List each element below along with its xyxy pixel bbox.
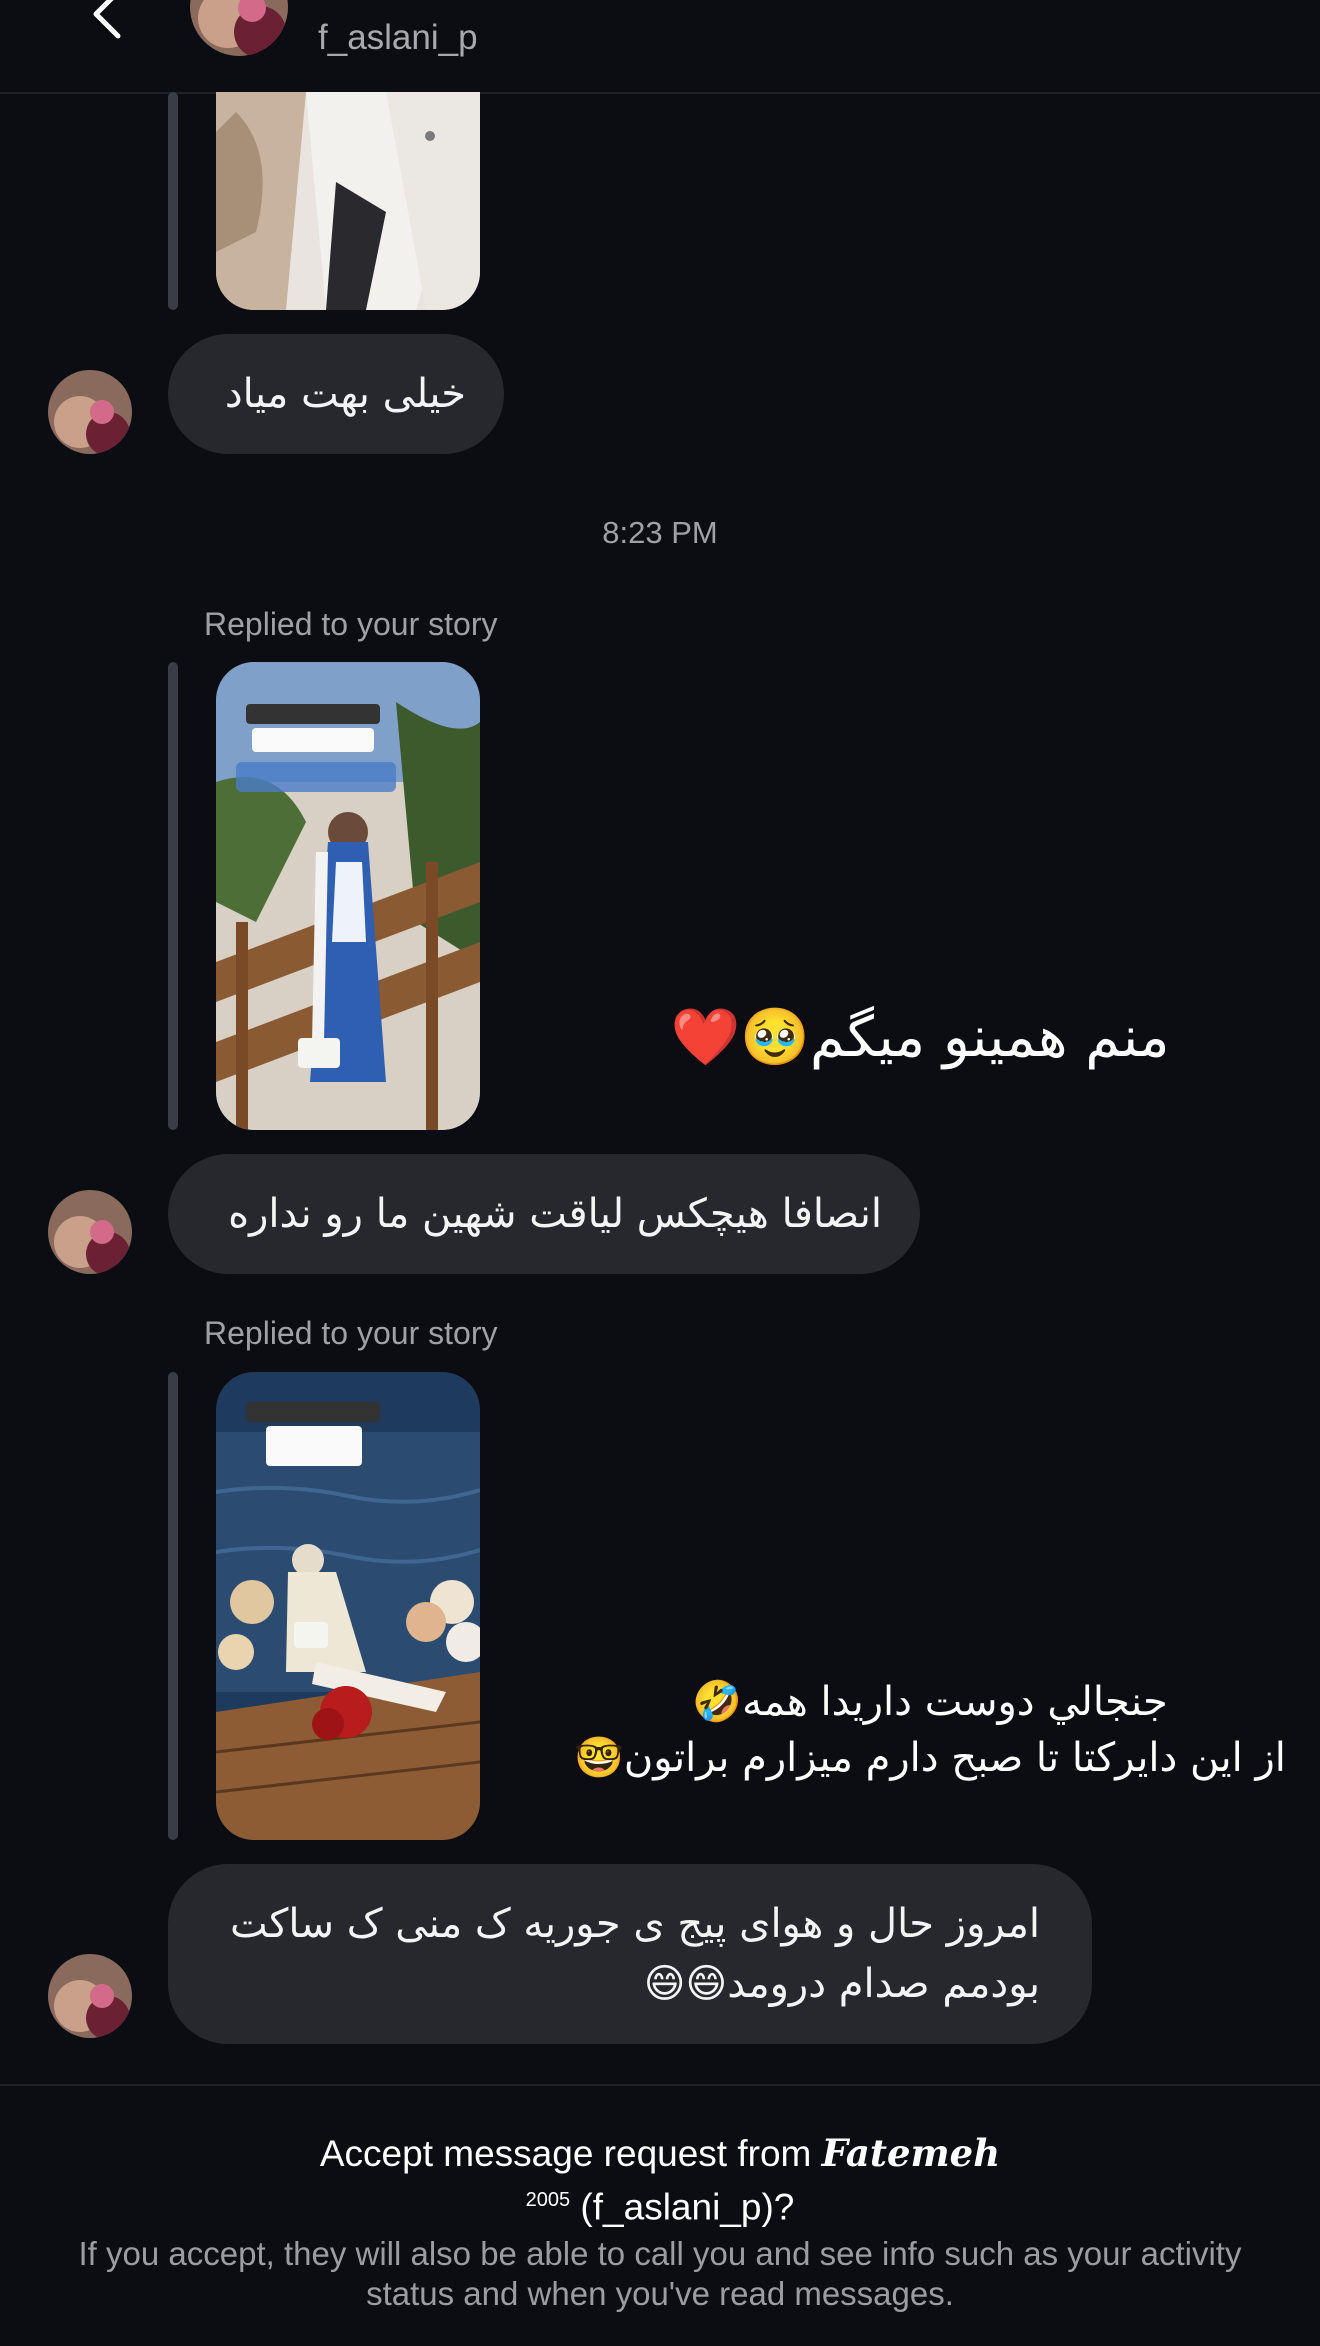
- chevron-left-icon: [93, 0, 121, 39]
- sender-avatar[interactable]: [48, 1190, 132, 1274]
- dm-thread-screen: Fatemeh f_aslani_p خیلی بهت میاد 8:23 PM…: [0, 0, 1320, 2346]
- sender-avatar[interactable]: [48, 1954, 132, 2038]
- story-reply-caption: جنجالي دوست داريدا همه🤣 از این دایرکتا ت…: [560, 1674, 1300, 1786]
- story-caption-line: از این دایرکتا تا صبح دارم میزارم براتون…: [574, 1735, 1286, 1781]
- replied-to-story-label: Replied to your story: [204, 606, 498, 642]
- sender-avatar[interactable]: [48, 370, 132, 454]
- story-thumbnail[interactable]: [216, 1372, 480, 1840]
- accept-suffix: (f_aslani_p)?: [570, 2186, 795, 2228]
- accept-prefix: Accept message request from: [319, 2133, 822, 2174]
- header-display-name[interactable]: Fatemeh: [318, 0, 492, 8]
- reply-thread-line: [168, 662, 178, 1130]
- story-thumbnail[interactable]: [216, 662, 480, 1130]
- accept-display-name: Fatemeh: [821, 2131, 1001, 2175]
- reply-thread-line: [168, 92, 178, 310]
- message-timestamp: 8:23 PM: [602, 515, 718, 550]
- story-reply-caption: منم همینو میگم🥹❤️: [670, 1005, 1170, 1070]
- message-line: بودمم صدام درومد😄😄: [643, 1961, 1040, 2007]
- footer-divider: [0, 2084, 1320, 2086]
- chat-header: Fatemeh f_aslani_p: [0, 0, 1320, 94]
- accept-name-superscript: 2005: [525, 2189, 571, 2211]
- replied-to-story-label: Replied to your story: [204, 1315, 498, 1351]
- message-bubble[interactable]: خیلی بهت میاد: [168, 334, 504, 454]
- accept-request-description: If you accept, they will also be able to…: [78, 2235, 1242, 2312]
- reply-thread-line: [168, 1372, 178, 1840]
- story-caption-line: جنجالي دوست داريدا همه🤣: [692, 1679, 1168, 1725]
- header-avatar[interactable]: [190, 0, 288, 56]
- header-username[interactable]: f_aslani_p: [318, 18, 478, 58]
- message-line: امروز حال و هوای پیج ی جوریه ک منی ک ساک…: [230, 1901, 1040, 1947]
- back-button[interactable]: [82, 0, 130, 48]
- message-bubble[interactable]: انصافا هیچکس لیاقت شهین ما رو نداره: [168, 1154, 920, 1274]
- accept-request-title: Accept message request from Fatemeh 2005…: [0, 2130, 1320, 2230]
- story-thumbnail[interactable]: [216, 92, 480, 310]
- message-bubble[interactable]: امروز حال و هوای پیج ی جوریه ک منی ک ساک…: [168, 1864, 1092, 2044]
